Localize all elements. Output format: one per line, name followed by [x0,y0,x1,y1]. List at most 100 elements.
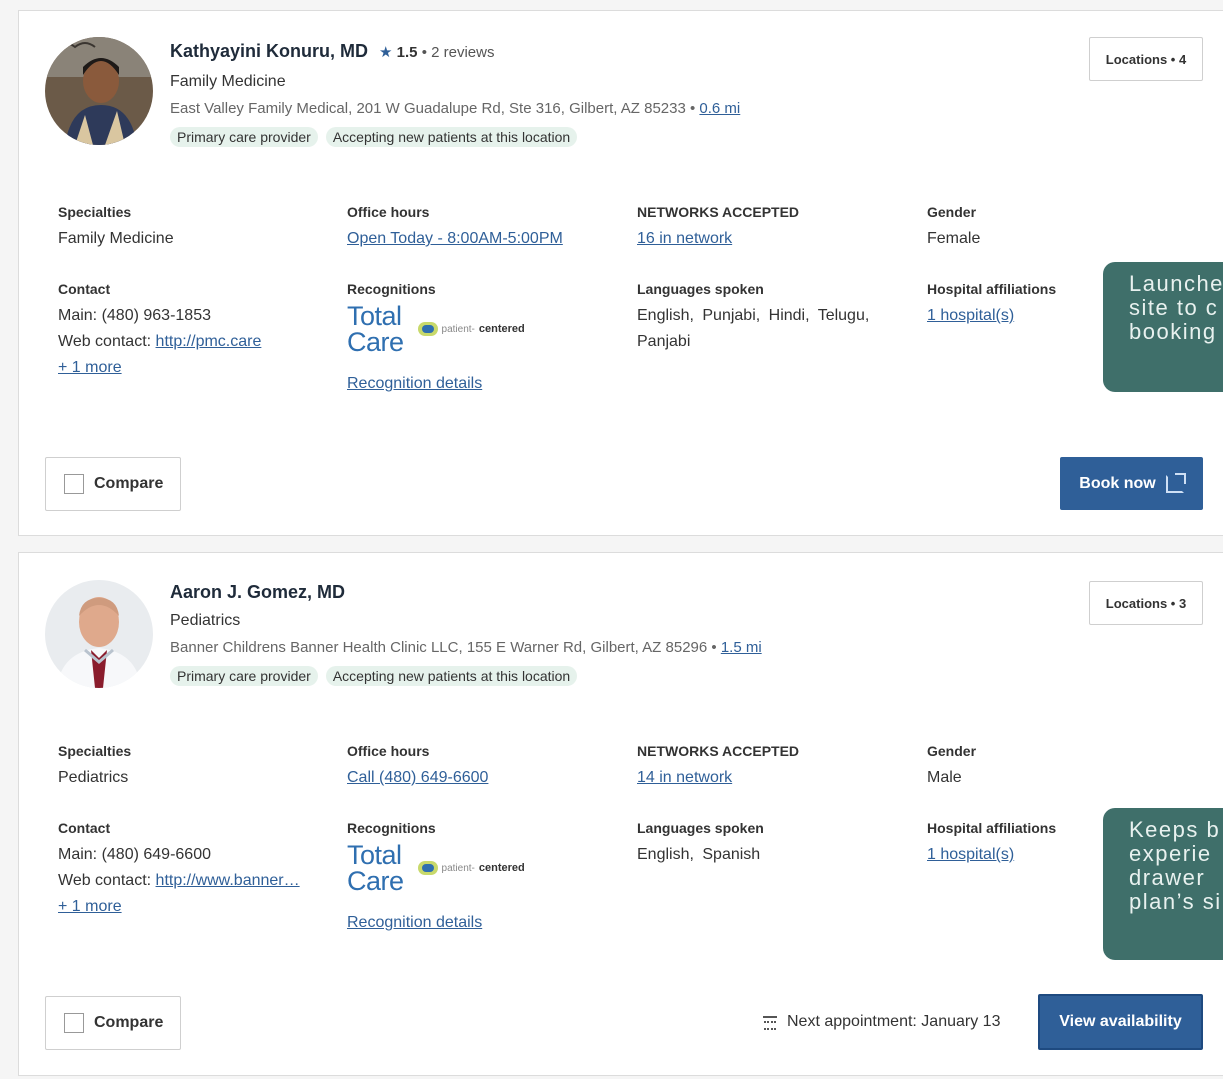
distance-link[interactable]: 0.6 mi [699,100,740,117]
tag-primary-care: Primary care provider [170,127,318,147]
hospital-link[interactable]: 1 hospital(s) [927,846,1014,863]
specialties-section: Specialties Family Medicine [58,204,338,252]
more-contact-link[interactable]: + 1 more [58,898,122,915]
pcmh-text-a: patient- [441,862,475,874]
languages-label: Languages spoken [637,820,764,836]
gender-section: Gender Female [927,204,1097,252]
compare-label: Compare [94,1014,164,1031]
tooltip-line: Keeps b [1129,817,1221,842]
pcmh-icon [417,322,438,336]
office-hours-label: Office hours [347,743,430,759]
gender-value: Female [927,230,981,247]
gender-label: Gender [927,204,977,220]
provider-name[interactable]: Aaron J. Gomez, MD [170,582,345,602]
contact-label: Contact [58,281,111,297]
hospital-section: Hospital affiliations 1 hospital(s) [927,820,1097,868]
provider-photo [45,580,153,688]
provider-name[interactable]: Kathyayini Konuru, MD [170,41,368,61]
next-appointment: Next appointment: January 13 [763,1013,1000,1031]
tooltip-line: booking [1129,319,1217,344]
networks-label: NETWORKS ACCEPTED [637,204,800,220]
tooltip-line: plan’s si [1129,889,1222,914]
gender-label: Gender [927,743,977,759]
provider-card: Aaron J. Gomez, MD Pediatrics Banner Chi… [18,552,1223,1076]
view-availability-button[interactable]: View availability [1038,994,1203,1050]
address-text: East Valley Family Medical, 201 W Guadal… [170,100,696,117]
rating-value: 1.5 [396,44,418,61]
review-count[interactable]: • 2 reviews [422,44,495,61]
tooltip-line: experie [1129,841,1212,866]
rating[interactable]: ★ 1.5 • 2 reviews [379,44,494,61]
total-care-logo-top: Total [347,840,402,870]
gender-value: Male [927,769,962,786]
tooltip-line: Launche [1129,271,1223,296]
more-contact-link[interactable]: + 1 more [58,359,122,376]
compare-label: Compare [94,475,164,492]
web-contact-link[interactable]: http://www.banner… [156,872,300,889]
networks-link[interactable]: 16 in network [637,230,732,247]
web-contact-link[interactable]: http://pmc.care [156,333,262,350]
total-care-logo-top: Total [347,301,402,331]
recognition-details-link[interactable]: Recognition details [347,375,482,392]
languages-section: Languages spoken English, Punjabi, Hindi… [637,281,887,355]
web-contact-label: Web contact: [58,872,152,889]
recognitions-label: Recognitions [347,820,436,836]
specialties-label: Specialties [58,204,132,220]
star-icon: ★ [379,44,393,61]
specialties-value: Pediatrics [58,769,129,786]
specialties-section: Specialties Pediatrics [58,743,338,791]
book-now-button[interactable]: Book now [1060,457,1203,510]
next-appointment-text: Next appointment: January 13 [787,1013,1001,1030]
provider-address: Banner Childrens Banner Health Clinic LL… [170,639,762,656]
office-hours-section: Office hours Open Today - 8:00AM-5:00PM [347,204,627,252]
pcmh-logo: patient-centered [417,861,525,875]
annotation-tooltip: Keeps b experie drawer plan’s si [1103,808,1223,960]
networks-link[interactable]: 14 in network [637,769,732,786]
total-care-logo-bottom: Care [347,866,404,896]
office-hours-section: Office hours Call (480) 649-6600 [347,743,627,791]
recognition-logos: Total Care patient-centered [347,301,627,356]
contact-section: Contact Main: (480) 963-1853 Web contact… [58,281,338,381]
pcmh-text-a: patient- [441,323,475,335]
compare-checkbox[interactable]: Compare [45,996,181,1050]
networks-label: NETWORKS ACCEPTED [637,743,800,759]
distance-link[interactable]: 1.5 mi [721,639,762,656]
provider-specialty: Family Medicine [170,73,286,90]
checkbox-icon[interactable] [64,1013,84,1033]
recognitions-section: Recognitions Total Care patient-centered … [347,820,627,936]
web-contact-label: Web contact: [58,333,152,350]
hospital-link[interactable]: 1 hospital(s) [927,307,1014,324]
provider-name-row: Aaron J. Gomez, MD [170,582,345,603]
compare-checkbox[interactable]: Compare [45,457,181,511]
web-contact: Web contact: http://www.banner… [58,868,338,894]
pcmh-icon [417,861,438,875]
provider-card: Kathyayini Konuru, MD ★ 1.5 • 2 reviews … [18,10,1223,536]
pcmh-text-b: centered [478,323,525,335]
external-link-icon [1165,472,1186,493]
languages-value: English, Punjabi, Hindi, Telugu, Panjabi [637,307,870,350]
networks-section: NETWORKS ACCEPTED 16 in network [637,204,917,252]
locations-button[interactable]: Locations • 4 [1089,37,1203,81]
address-text: Banner Childrens Banner Health Clinic LL… [170,639,717,656]
contact-main: Main: (480) 649-6600 [58,846,211,863]
networks-section: NETWORKS ACCEPTED 14 in network [637,743,917,791]
provider-address: East Valley Family Medical, 201 W Guadal… [170,100,740,117]
tag-list: Primary care provider Accepting new pati… [170,666,578,686]
hospital-label: Hospital affiliations [927,820,1057,836]
recognition-details-link[interactable]: Recognition details [347,914,482,931]
recognition-logos: Total Care patient-centered [347,840,627,896]
recognitions-section: Recognitions Total Care patient-centered … [347,281,627,397]
tag-list: Primary care provider Accepting new pati… [170,127,578,147]
office-hours-link[interactable]: Call (480) 649-6600 [347,769,488,786]
calendar-icon [763,1016,777,1030]
tag-accepting-patients: Accepting new patients at this location [325,127,578,147]
office-hours-link[interactable]: Open Today - 8:00AM-5:00PM [347,230,563,247]
total-care-logo: Total Care [347,840,404,896]
web-contact: Web contact: http://pmc.care [58,329,338,355]
specialties-label: Specialties [58,743,132,759]
view-availability-label: View availability [1059,1013,1182,1030]
locations-button[interactable]: Locations • 3 [1089,581,1203,625]
contact-main: Main: (480) 963-1853 [58,307,211,324]
gender-section: Gender Male [927,743,1097,791]
checkbox-icon[interactable] [64,474,84,494]
